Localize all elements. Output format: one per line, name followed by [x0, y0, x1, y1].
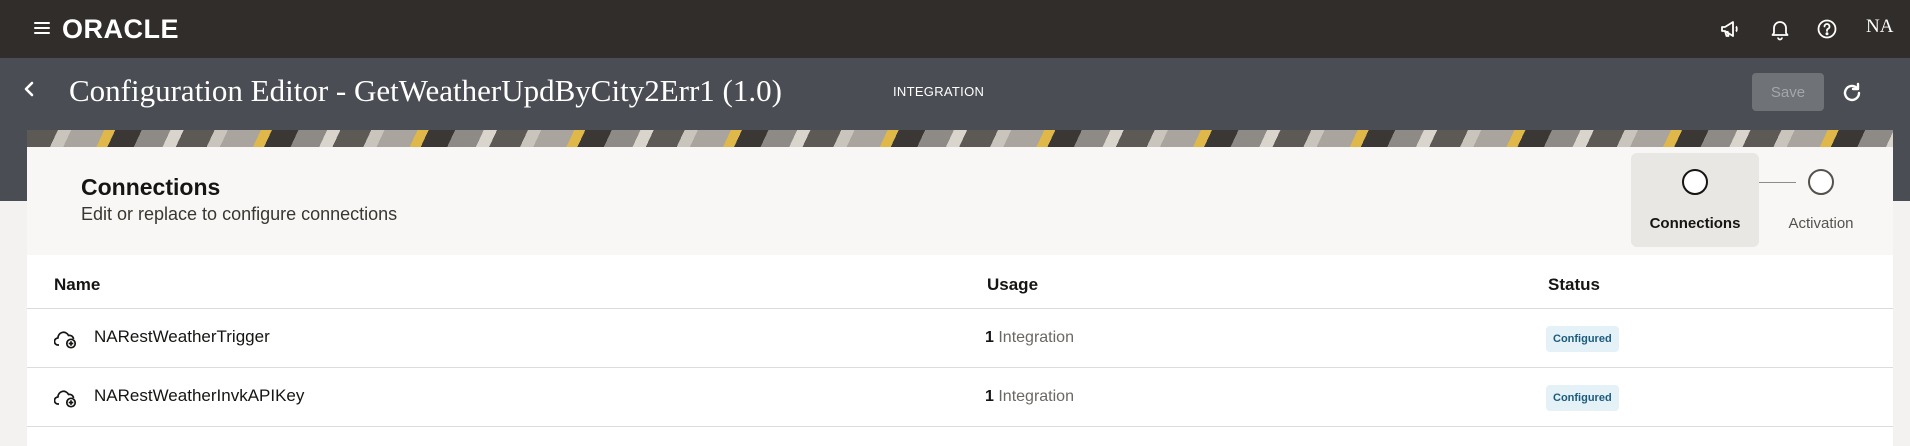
usage-unit: Integration — [998, 388, 1074, 405]
megaphone-icon[interactable] — [1718, 17, 1742, 41]
table-row-divider — [27, 426, 1893, 446]
save-button[interactable]: Save — [1752, 73, 1824, 111]
status-badge: Configured — [1546, 326, 1619, 352]
section-title: Connections — [81, 174, 221, 200]
cloud-connection-icon — [53, 328, 80, 350]
column-header-status: Status — [1548, 275, 1600, 294]
panel-header: Connections Edit or replace to configure… — [27, 147, 1893, 255]
usage-count: 1 — [985, 388, 994, 405]
hamburger-menu-icon[interactable] — [34, 21, 50, 35]
table-row[interactable]: NARestWeatherTrigger 1 Integration Confi… — [27, 308, 1893, 367]
table-row[interactable]: NARestWeatherInvkAPIKey 1 Integration Co… — [27, 367, 1893, 426]
column-header-name: Name — [54, 275, 101, 294]
usage-unit: Integration — [998, 329, 1074, 346]
cloud-connection-icon — [53, 387, 80, 409]
step-activation[interactable]: Activation — [1757, 153, 1885, 247]
step-connections[interactable]: Connections — [1631, 153, 1759, 247]
back-icon[interactable] — [18, 76, 40, 102]
refresh-icon[interactable] — [1839, 80, 1865, 106]
step-circle-icon — [1808, 169, 1834, 195]
connection-name[interactable]: NARestWeatherInvkAPIKey — [94, 386, 304, 406]
column-header-usage: Usage — [987, 275, 1039, 294]
integration-type-label: INTEGRATION — [893, 84, 985, 99]
connection-name[interactable]: NARestWeatherTrigger — [94, 327, 270, 347]
connections-panel: Connections Edit or replace to configure… — [27, 147, 1893, 446]
step-label: Connections — [1649, 215, 1741, 232]
usage-cell: 1 Integration — [985, 329, 1074, 347]
step-circle-icon — [1682, 169, 1708, 195]
help-icon[interactable] — [1815, 17, 1839, 41]
decorative-banner — [27, 130, 1893, 148]
status-badge: Configured — [1546, 385, 1619, 411]
global-header: ORACLE NA — [0, 0, 1910, 58]
user-avatar[interactable]: NA — [1866, 16, 1893, 38]
section-subtitle: Edit or replace to configure connections — [81, 204, 398, 224]
step-label: Activation — [1788, 215, 1854, 232]
oracle-logo: ORACLE — [62, 14, 179, 44]
usage-cell: 1 Integration — [985, 388, 1074, 406]
page-title: Configuration Editor - GetWeatherUpdByCi… — [69, 73, 782, 108]
bell-icon[interactable] — [1768, 17, 1792, 41]
usage-count: 1 — [985, 329, 994, 346]
